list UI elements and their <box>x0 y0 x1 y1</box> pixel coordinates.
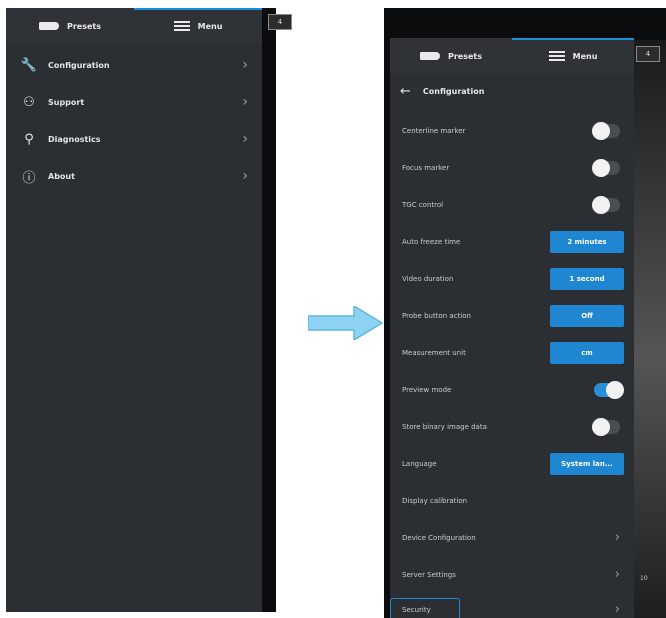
chevron-right-icon: › <box>614 530 620 545</box>
left-menu-panel: Presets Menu 🔧 Configuration › ⚇ Support… <box>6 8 262 612</box>
menu-item-configuration[interactable]: 🔧 Configuration › <box>6 48 262 82</box>
menu-item-diagnostics[interactable]: ⚲ Diagnostics › <box>6 122 262 156</box>
setting-label: Auto freeze time <box>402 237 461 246</box>
setting-label: TGC control <box>402 200 444 209</box>
setting-device-configuration[interactable]: Device Configuration › <box>390 519 634 556</box>
setting-language[interactable]: Language System lan... <box>390 445 634 482</box>
setting-label: Server Settings <box>402 570 456 579</box>
camera-icon[interactable]: 4 <box>636 46 660 62</box>
value-button[interactable]: System lan... <box>550 452 624 475</box>
setting-centerline-marker[interactable]: Centerline marker <box>390 112 634 149</box>
page-title: Configuration <box>422 86 485 96</box>
setting-label: Probe button action <box>402 311 471 320</box>
hamburger-icon <box>548 51 565 61</box>
setting-measurement-unit[interactable]: Measurement unit cm <box>390 334 634 371</box>
support-icon: ⚇ <box>23 94 35 110</box>
value-button[interactable]: cm <box>550 341 624 364</box>
value-button[interactable]: 1 second <box>550 267 624 290</box>
menu-item-label: Support <box>48 97 85 107</box>
setting-label: Security <box>402 605 431 614</box>
chevron-right-icon: › <box>614 602 620 617</box>
tab-presets[interactable]: Presets <box>390 38 512 74</box>
hamburger-icon <box>173 21 190 31</box>
setting-video-duration[interactable]: Video duration 1 second <box>390 260 634 297</box>
toggle-switch[interactable] <box>594 380 624 399</box>
chevron-right-icon: › <box>242 131 248 147</box>
chevron-right-icon: › <box>242 57 248 73</box>
probe-icon <box>38 22 59 30</box>
image-area-left <box>262 8 276 612</box>
tab-menu-label: Menu <box>197 21 223 31</box>
tab-bar: Presets Menu <box>6 8 262 44</box>
setting-label: Preview mode <box>402 385 452 394</box>
menu-item-label: Diagnostics <box>48 134 101 144</box>
ultrasound-image <box>634 40 666 618</box>
menu-item-about[interactable]: ⓘ About › <box>6 159 262 193</box>
setting-tgc-control[interactable]: TGC control <box>390 186 634 223</box>
info-icon: ⓘ <box>22 170 36 186</box>
toggle-switch[interactable] <box>592 158 620 177</box>
setting-preview-mode[interactable]: Preview mode <box>390 371 634 408</box>
setting-focus-marker[interactable]: Focus marker <box>390 149 634 186</box>
toggle-switch[interactable] <box>592 417 620 436</box>
image-label: 10 <box>640 575 648 582</box>
setting-label: Store binary image data <box>402 422 487 431</box>
value-button[interactable]: 2 minutes <box>550 230 624 253</box>
wrench-icon: 🔧 <box>20 57 38 73</box>
toggle-switch[interactable] <box>592 121 620 140</box>
camera-badge: 4 <box>277 18 283 26</box>
value-button[interactable]: Off <box>550 304 624 327</box>
tab-menu[interactable]: Menu <box>134 8 262 44</box>
camera-icon[interactable]: 4 <box>268 14 292 30</box>
setting-server-settings[interactable]: Server Settings › <box>390 556 634 593</box>
setting-label: Measurement unit <box>402 348 466 357</box>
setting-label: Display calibration <box>402 496 468 505</box>
transition-arrow-icon <box>307 304 384 344</box>
setting-label: Video duration <box>402 274 454 283</box>
setting-auto-freeze-time[interactable]: Auto freeze time 2 minutes <box>390 223 634 260</box>
menu-item-label: About <box>48 171 75 181</box>
menu-item-support[interactable]: ⚇ Support › <box>6 85 262 119</box>
setting-display-calibration[interactable]: Display calibration <box>390 482 634 519</box>
back-arrow-icon[interactable]: ← <box>400 84 411 99</box>
tab-presets[interactable]: Presets <box>6 8 134 44</box>
setting-label: Device Configuration <box>402 533 476 542</box>
setting-security[interactable]: Security › <box>390 591 634 618</box>
toggle-switch[interactable] <box>592 195 620 214</box>
setting-label: Focus marker <box>402 163 450 172</box>
menu-item-label: Configuration <box>48 60 110 70</box>
tab-presets-label: Presets <box>447 51 482 61</box>
setting-store-binary-image-data[interactable]: Store binary image data <box>390 408 634 445</box>
chevron-right-icon: › <box>614 567 620 582</box>
setting-label: Language <box>402 459 437 468</box>
top-bezel <box>384 8 666 40</box>
chevron-right-icon: › <box>242 94 248 110</box>
setting-label: Centerline marker <box>402 126 466 135</box>
tab-presets-label: Presets <box>66 21 101 31</box>
diagnostics-icon: ⚲ <box>24 131 34 147</box>
probe-icon <box>419 52 440 60</box>
tab-bar: Presets Menu <box>390 38 634 74</box>
configuration-panel: Presets Menu ← Configuration Centerline … <box>390 38 634 618</box>
chevron-right-icon: › <box>242 168 248 184</box>
camera-badge: 4 <box>645 50 651 58</box>
tab-menu[interactable]: Menu <box>512 38 634 74</box>
configuration-header: ← Configuration <box>390 74 634 108</box>
tab-menu-label: Menu <box>572 51 598 61</box>
setting-probe-button-action[interactable]: Probe button action Off <box>390 297 634 334</box>
